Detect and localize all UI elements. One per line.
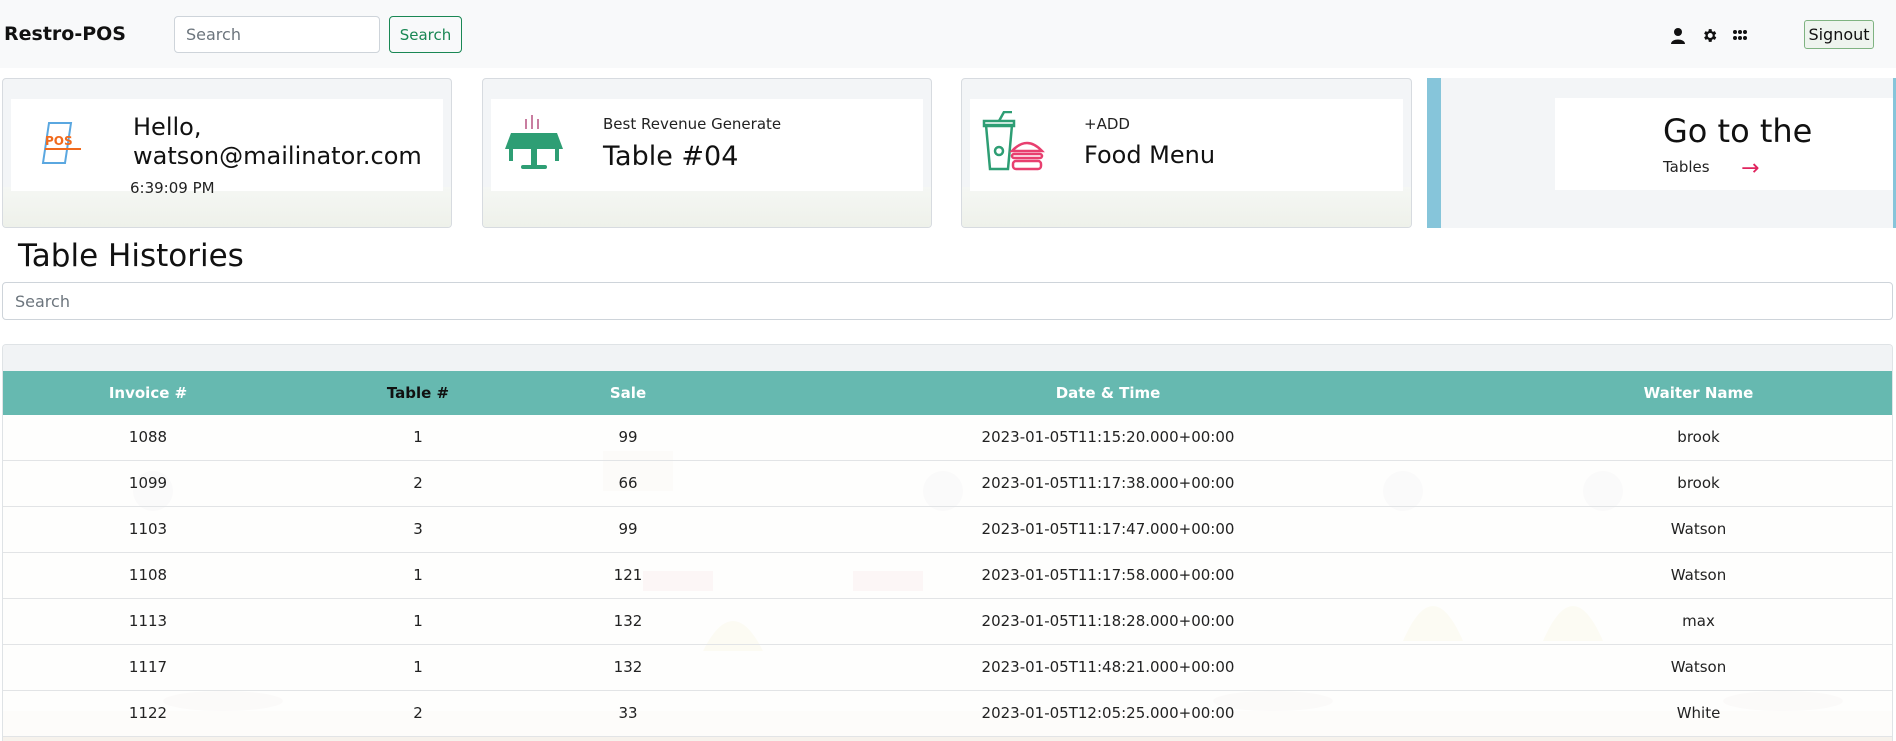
waiter-cell: max — [1682, 612, 1715, 630]
invoice-cell: 1117 — [128, 658, 168, 676]
sale-cell: 132 — [613, 658, 643, 676]
table-row[interactable]: 1103 3 99 2023-01-05T11:17:47.000+00:00 … — [3, 507, 1892, 553]
column-header-waiter-name[interactable]: Waiter Name — [1503, 371, 1892, 415]
goto-tables-card[interactable] — [1427, 78, 1896, 228]
datetime-cell: 2023-01-05T11:18:28.000+00:00 — [981, 612, 1235, 630]
add-label: +ADD — [1084, 115, 1130, 133]
nav-search-button[interactable]: Search — [389, 16, 462, 53]
invoice-cell: 1108 — [128, 566, 168, 584]
table-search-input[interactable] — [2, 282, 1893, 320]
datetime-cell: 2023-01-05T11:17:47.000+00:00 — [981, 520, 1235, 538]
drink-burger-icon — [982, 110, 1046, 177]
food-menu-title: Food Menu — [1084, 141, 1216, 169]
column-header-invoice[interactable]: Invoice # — [3, 371, 293, 415]
sale-cell: 99 — [618, 428, 638, 446]
table-number-cell: 1 — [413, 612, 423, 630]
sale-cell: 66 — [618, 474, 638, 492]
invoice-cell: 1088 — [128, 428, 168, 446]
table-row[interactable]: 1108 1 121 2023-01-05T11:17:58.000+00:00… — [3, 553, 1892, 599]
pos-logo-text: POS — [45, 134, 73, 148]
table-row[interactable]: 1099 2 66 2023-01-05T11:17:38.000+00:00 … — [3, 461, 1892, 507]
column-header-table[interactable]: Table # — [293, 371, 543, 415]
arrow-right-icon[interactable]: → — [1741, 156, 1759, 181]
goto-title: Go to the — [1663, 112, 1813, 150]
invoice-cell: 1113 — [128, 612, 168, 630]
table-number-cell: 2 — [413, 704, 423, 722]
sale-cell: 121 — [613, 566, 643, 584]
greeting-text: Hello, watson@mailinator.com — [133, 113, 422, 170]
sale-cell: 33 — [618, 704, 638, 722]
top-navbar: Restro-POS Search Signout — [0, 0, 1896, 68]
card-background — [3, 187, 451, 227]
apps-grid-icon[interactable] — [1731, 26, 1749, 44]
table-number-cell: 1 — [413, 658, 423, 676]
pos-logo-icon: POS — [39, 121, 87, 169]
card-background — [483, 187, 931, 227]
table-row[interactable]: 1113 1 132 2023-01-05T11:18:28.000+00:00… — [3, 599, 1892, 645]
datetime-cell: 2023-01-05T12:05:25.000+00:00 — [981, 704, 1235, 722]
dining-table-icon — [503, 111, 565, 177]
brand-logo-text[interactable]: Restro-POS — [4, 23, 126, 45]
table-row[interactable]: 1088 1 99 2023-01-05T11:15:20.000+00:00 … — [3, 415, 1892, 461]
table-number-cell: 3 — [413, 520, 423, 538]
best-revenue-table: Table #04 — [603, 141, 739, 172]
datetime-cell: 2023-01-05T11:17:58.000+00:00 — [981, 566, 1235, 584]
clock-time: 6:39:09 PM — [130, 179, 215, 197]
column-header-date-time[interactable]: Date & Time — [713, 371, 1503, 415]
invoice-cell: 1099 — [128, 474, 168, 492]
food-menu-card[interactable]: +ADD Food Menu — [961, 78, 1412, 228]
table-row[interactable]: 1117 1 132 2023-01-05T11:48:21.000+00:00… — [3, 645, 1892, 691]
sale-cell: 99 — [618, 520, 638, 538]
invoice-cell: 1103 — [128, 520, 168, 538]
datetime-cell: 2023-01-05T11:17:38.000+00:00 — [981, 474, 1235, 492]
card-background — [962, 187, 1411, 227]
table-number-cell: 1 — [413, 566, 423, 584]
waiter-cell: Watson — [1670, 658, 1727, 676]
waiter-cell: White — [1676, 704, 1721, 722]
nav-search-input[interactable] — [174, 16, 380, 53]
signout-button[interactable]: Signout — [1804, 20, 1874, 49]
best-revenue-card[interactable]: Best Revenue Generate Table #04 — [482, 78, 932, 228]
table-number-cell: 2 — [413, 474, 423, 492]
column-header-sale[interactable]: Sale — [543, 371, 713, 415]
datetime-cell: 2023-01-05T11:15:20.000+00:00 — [981, 428, 1235, 446]
welcome-card: POS Hello, watson@mailinator.com — [2, 78, 452, 228]
best-revenue-label: Best Revenue Generate — [603, 115, 782, 133]
waiter-cell: brook — [1677, 428, 1720, 446]
datetime-cell: 2023-01-05T11:48:21.000+00:00 — [981, 658, 1235, 676]
invoice-cell: 1122 — [128, 704, 168, 722]
page-title: Table Histories — [18, 238, 244, 274]
table-row[interactable]: 1122 2 33 2023-01-05T12:05:25.000+00:00 … — [3, 691, 1892, 737]
table-header-row: Invoice # Table # Sale Date & Time Waite… — [3, 371, 1892, 415]
waiter-cell: Watson — [1670, 566, 1727, 584]
user-icon[interactable] — [1669, 26, 1687, 44]
gear-icon[interactable] — [1700, 26, 1718, 44]
sale-cell: 132 — [613, 612, 643, 630]
waiter-cell: brook — [1677, 474, 1720, 492]
table-histories-table: Invoice # Table # Sale Date & Time Waite… — [2, 344, 1893, 741]
goto-tables-link[interactable]: Tables — [1663, 158, 1710, 176]
waiter-cell: Watson — [1670, 520, 1727, 538]
table-number-cell: 1 — [413, 428, 423, 446]
table-top-bar — [3, 345, 1892, 371]
